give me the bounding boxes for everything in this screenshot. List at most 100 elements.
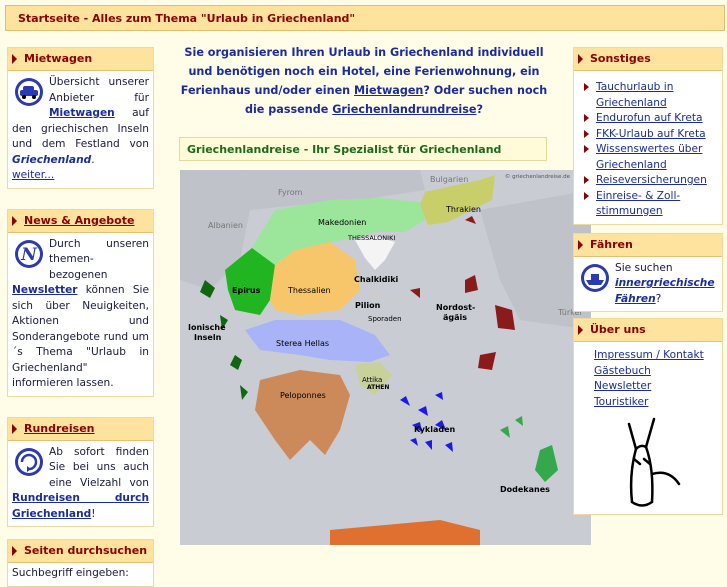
faehren-link[interactable]: innergriechische Fähren: [615, 277, 715, 305]
map-label-makedonien: Makedonien: [318, 218, 366, 227]
rundreisen-text1: Ab sofort finden Sie bei uns auch eine V…: [49, 445, 149, 489]
map-label-dodekanes: Dodekanes: [500, 485, 550, 494]
triangle-icon: [578, 325, 583, 335]
intro-mietwagen-link[interactable]: Mietwagen: [354, 84, 423, 97]
ferry-icon: [581, 263, 609, 292]
news-body: N Durch unseren themen-bezogenen Newslet…: [8, 233, 153, 396]
news-text1: Durch unseren themen-bezogenen: [49, 237, 149, 281]
left-column: Mietwagen Übersicht unserer Anbieter für…: [7, 47, 154, 587]
ueberuns-heading: Über uns: [590, 323, 646, 336]
map-label-ionische: Ionische: [188, 323, 226, 332]
mietwagen-text3: .: [91, 153, 95, 166]
faehren-heading: Fähren: [590, 237, 633, 251]
sonstiges-links: Tauchurlaub in Griechenland Endurofun au…: [574, 71, 722, 224]
search-label: Suchbegriff eingeben:: [12, 567, 129, 579]
ueberuns-item: Newsletter: [594, 379, 718, 395]
link-endurofun[interactable]: Endurofun auf Kreta: [596, 112, 703, 124]
right-column: Sonstiges Tauchurlaub in Griechenland En…: [573, 47, 723, 515]
mietwagen-header: Mietwagen: [8, 48, 153, 71]
sonstiges-heading: Sonstiges: [590, 52, 651, 65]
triangle-icon: [578, 239, 583, 250]
link-touristiker[interactable]: Touristiker: [594, 396, 648, 408]
link-wissenswertes-item: Wissenswertes über Griechenland: [578, 142, 718, 173]
link-reiseversicherungen[interactable]: Reiseversicherungen: [596, 174, 707, 186]
page-title: Startseite - Alles zum Thema "Urlaub in …: [18, 12, 356, 25]
rundreisen-text2: !: [91, 507, 96, 520]
ueberuns-header: Über uns: [574, 319, 722, 342]
ueberuns-box: Über uns Impressum / Kontakt Gästebuch N…: [573, 318, 723, 515]
rundreisen-header: Rundreisen: [8, 417, 153, 441]
link-impressum[interactable]: Impressum / Kontakt: [594, 349, 704, 361]
triangle-icon: [584, 129, 589, 138]
map-label-sterea: Sterea Hellas: [276, 339, 329, 348]
triangle-icon: [12, 546, 17, 556]
map-label-agais: ägäis: [443, 313, 467, 322]
map-copyright: © griechenlandreise.de: [505, 173, 571, 180]
search-header: Seiten durchsuchen: [8, 540, 153, 563]
news-header: News & Angebote: [8, 209, 153, 233]
link-newsletter[interactable]: Newsletter: [594, 380, 651, 392]
newsletter-n-icon: N: [15, 239, 43, 268]
news-heading-link[interactable]: News & Angebote: [24, 214, 134, 227]
map-label-nordost: Nordost-: [436, 303, 475, 312]
map-label-bulgarien: Bulgarien: [430, 175, 468, 184]
ueberuns-item: Impressum / Kontakt: [594, 348, 718, 364]
search-box: Seiten durchsuchen Suchbegriff eingeben:: [7, 539, 154, 587]
triangle-icon: [584, 114, 589, 122]
link-tauchurlaub[interactable]: Tauchurlaub in Griechenland: [583, 80, 718, 111]
intro-rundreise-link[interactable]: Griechenlandrundreise: [332, 103, 476, 116]
map-label-fyrom: Fyrom: [278, 188, 303, 197]
triangle-icon: [12, 215, 17, 226]
svg-text:N: N: [20, 245, 38, 265]
sonstiges-box: Sonstiges Tauchurlaub in Griechenland En…: [573, 47, 723, 225]
mietwagen-body: Übersicht unserer Anbieter für Mietwagen…: [8, 71, 153, 188]
triangle-icon: [578, 54, 583, 64]
triangle-icon: [12, 423, 17, 434]
map-label-peloponnes: Peloponnes: [280, 391, 326, 400]
map-label-chalkidiki: Chalkidiki: [354, 275, 399, 284]
top-title-bar: Startseite - Alles zum Thema "Urlaub in …: [5, 5, 725, 31]
newsletter-link[interactable]: Newsletter: [12, 284, 78, 296]
ueberuns-item: Touristiker: [594, 395, 718, 411]
rundreisen-heading-link[interactable]: Rundreisen: [24, 422, 95, 435]
ueberuns-links: Impressum / Kontakt Gästebuch Newsletter…: [574, 342, 722, 414]
map-label-sporaden: Sporaden: [368, 315, 402, 323]
griechenland-emph: Griechenland: [12, 153, 92, 166]
link-einreise[interactable]: Einreise- & Zoll-stimmungen: [596, 190, 680, 218]
intro-text: Sie organisieren Ihren Urlaub in Grieche…: [178, 43, 550, 119]
news-box: News & Angebote N Durch unseren themen-b…: [7, 208, 154, 397]
map-label-thessalien: Thessalien: [287, 286, 331, 295]
link-wissenswertes[interactable]: Wissenswertes über Griechenland: [596, 143, 702, 171]
map-label-epirus: Epirus: [232, 286, 261, 295]
link-tauchurlaub-item: Tauchurlaub in Griechenland: [578, 80, 718, 111]
map-label-albanien: Albanien: [208, 221, 243, 230]
faehren-box: Fähren Sie suchen innergriechische Fähre…: [573, 232, 723, 312]
map-label-athen: ATHEN: [367, 384, 389, 391]
ueberuns-item: Gästebuch: [594, 364, 718, 380]
greece-map[interactable]: © griechenlandreise.de Fyrom Bulgarien A…: [180, 170, 591, 545]
faehren-header: Fähren: [574, 233, 722, 257]
faehren-text1: Sie suchen: [615, 261, 673, 274]
rundreisen-link[interactable]: Rundreisen durch Griechenland: [12, 492, 149, 520]
weiter-link[interactable]: weiter...: [12, 169, 54, 181]
map-label-inseln: Inseln: [194, 333, 222, 342]
search-heading: Seiten durchsuchen: [24, 544, 148, 557]
map-label-kykladen: Kykladen: [414, 425, 456, 434]
map-label-thessaloniki: THESSALONIKI: [347, 234, 395, 242]
donkey-icon: [627, 417, 681, 507]
news-text2: können Sie sich über Neuigkeiten, Aktion…: [12, 284, 150, 389]
mietwagen-link[interactable]: Mietwagen: [49, 107, 115, 119]
link-gaestebuch[interactable]: Gästebuch: [594, 365, 651, 377]
mietwagen-box: Mietwagen Übersicht unserer Anbieter für…: [7, 47, 154, 189]
map-label-attika: Attika: [362, 376, 382, 384]
triangle-icon: [584, 176, 589, 184]
link-fkk-item: FKK-Urlaub auf Kreta: [578, 127, 718, 143]
triangle-icon: [584, 83, 589, 91]
link-fkk[interactable]: FKK-Urlaub auf Kreta: [596, 128, 706, 140]
car-icon: [15, 78, 43, 106]
mietwagen-heading: Mietwagen: [24, 52, 93, 65]
specialist-text: Griechenlandreise - Ihr Spezialist für G…: [187, 143, 502, 156]
link-reiseversicherungen-item: Reiseversicherungen: [578, 173, 718, 189]
faehren-text2: ?: [655, 292, 662, 305]
triangle-icon: [584, 145, 589, 153]
